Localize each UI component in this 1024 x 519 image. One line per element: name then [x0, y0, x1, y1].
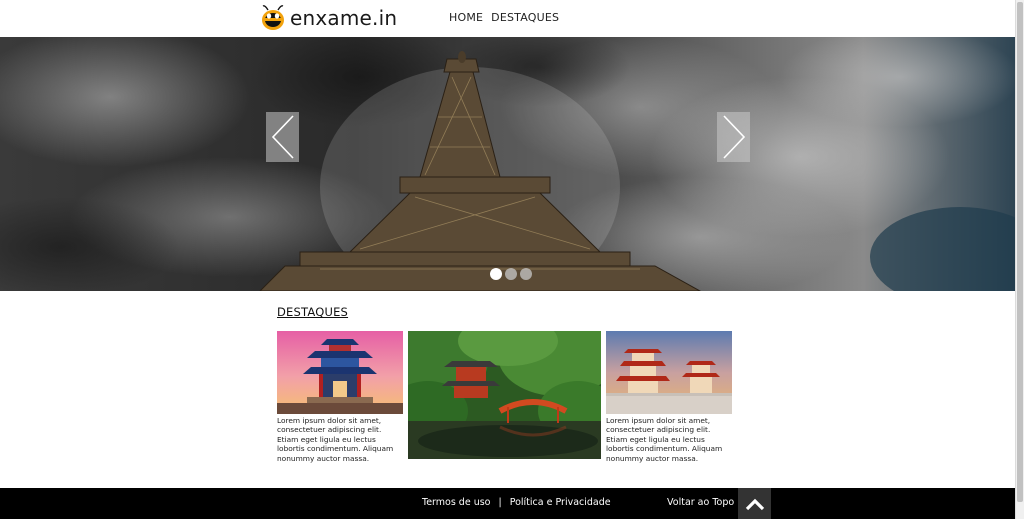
scrollbar-thumb[interactable]	[1017, 2, 1023, 502]
nav-home[interactable]: HOME	[449, 11, 483, 24]
page-scrollbar[interactable]	[1015, 0, 1024, 519]
card-image-pagoda[interactable]	[277, 331, 403, 414]
card-image-garden[interactable]	[408, 331, 601, 459]
slider-dot-1[interactable]	[490, 268, 502, 280]
main-nav: HOME DESTAQUES	[449, 11, 559, 24]
card-caption: Lorem ipsum dolor sit amet, consectetuer…	[606, 416, 723, 463]
privacy-link[interactable]: Política e Privacidade	[510, 497, 611, 508]
destaque-card-1[interactable]: Lorem ipsum dolor sit amet, consectetuer…	[277, 331, 403, 463]
site-footer: Termos de uso | Política e Privacidade V…	[0, 488, 1016, 519]
back-to-top-link[interactable]: Voltar ao Topo	[667, 497, 734, 508]
slider-dot-3[interactable]	[520, 268, 532, 280]
chevron-right-icon	[722, 115, 745, 159]
slider-next-button[interactable]	[717, 112, 750, 162]
destaques-title: DESTAQUES	[277, 305, 349, 319]
slider-dot-2[interactable]	[505, 268, 517, 280]
footer-links: Termos de uso | Política e Privacidade	[422, 497, 611, 508]
destaque-card-3[interactable]: Lorem ipsum dolor sit amet, consectetuer…	[606, 331, 732, 463]
destaque-card-2[interactable]	[408, 331, 601, 459]
chevron-up-icon	[745, 498, 764, 510]
site-logo[interactable]: enxame.in	[260, 3, 397, 33]
logo-text: enxame.in	[290, 6, 398, 30]
card-image-towers[interactable]	[606, 331, 732, 414]
hero-image	[0, 37, 1016, 291]
back-to-top-button[interactable]	[738, 488, 771, 519]
slider-pagination	[490, 268, 532, 280]
chevron-left-icon	[271, 115, 294, 159]
footer-separator: |	[498, 497, 502, 508]
bee-icon	[262, 5, 284, 30]
terms-link[interactable]: Termos de uso	[422, 497, 491, 508]
site-header: enxame.in HOME DESTAQUES	[0, 0, 1016, 37]
nav-destaques[interactable]: DESTAQUES	[491, 11, 559, 24]
hero-slider	[0, 37, 1016, 291]
slider-prev-button[interactable]	[266, 112, 299, 162]
card-caption: Lorem ipsum dolor sit amet, consectetuer…	[277, 416, 394, 463]
